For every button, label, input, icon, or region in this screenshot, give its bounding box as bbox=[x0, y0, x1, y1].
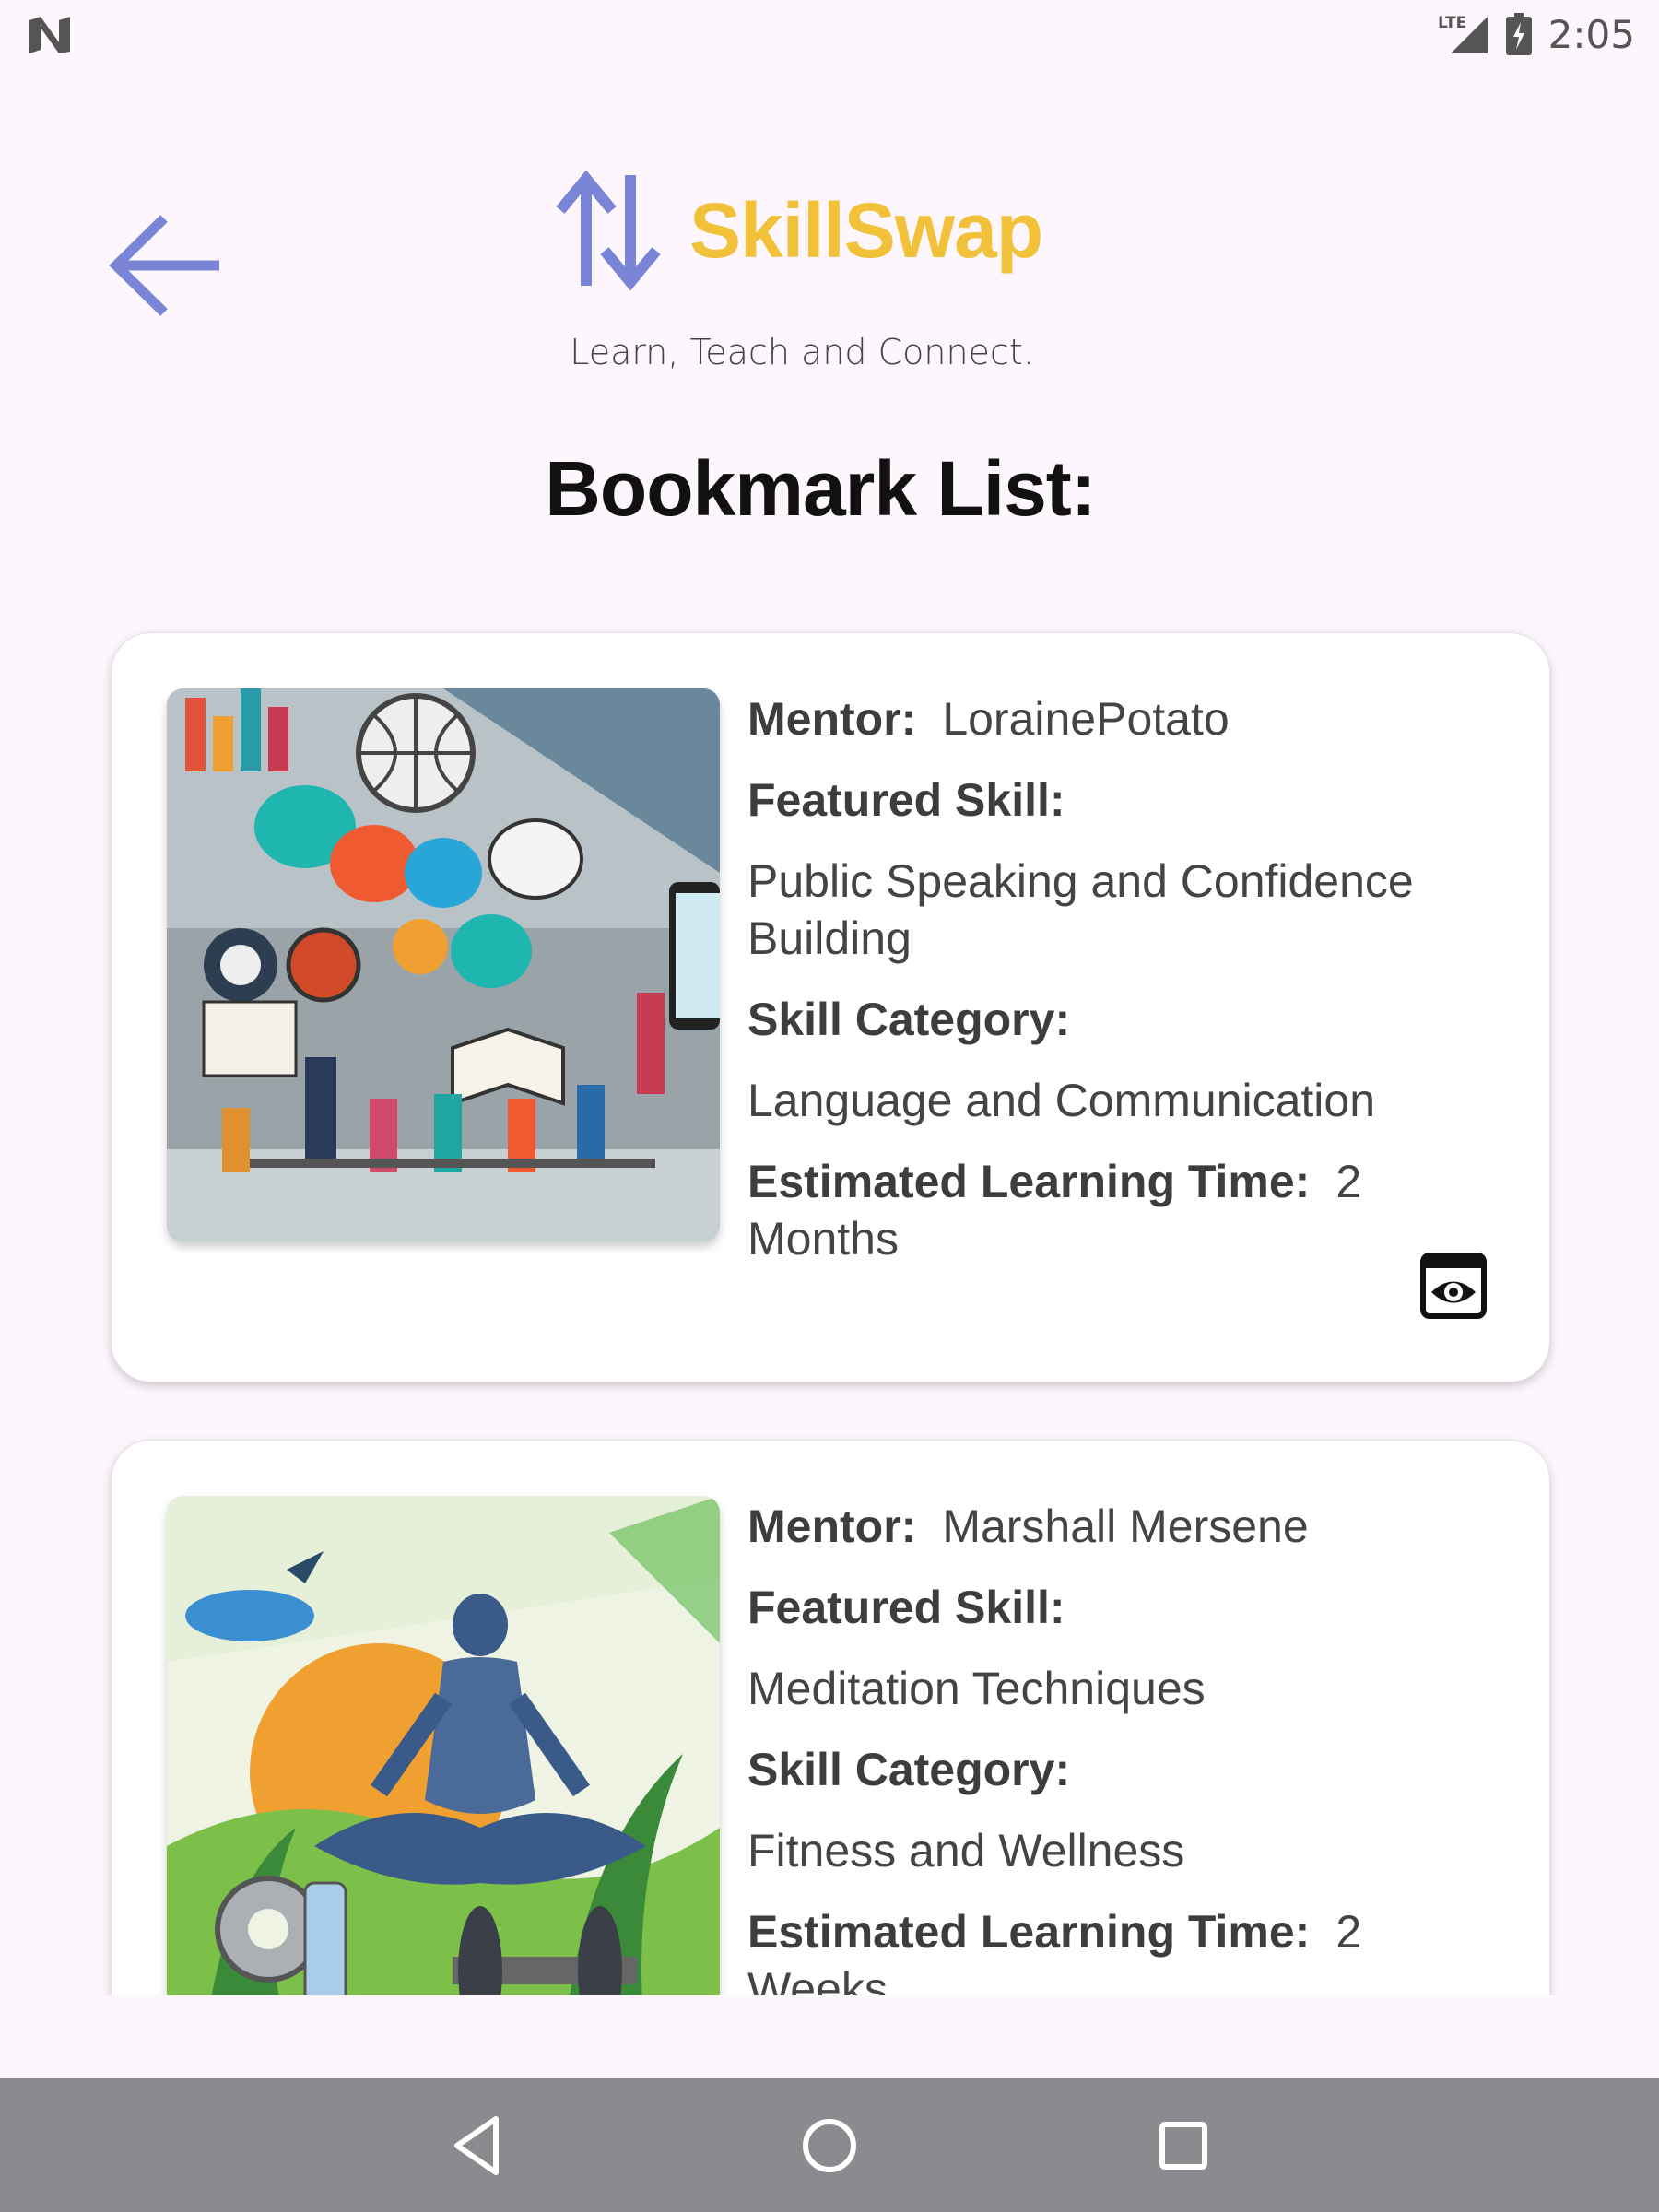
learning-time-row: Estimated Learning Time: 2 Weeks bbox=[747, 1903, 1503, 1995]
skill-category-value: Language and Communication bbox=[747, 1075, 1376, 1126]
learning-time-row: Estimated Learning Time: 2 Months bbox=[747, 1153, 1503, 1267]
page-title: Bookmark List: bbox=[545, 445, 1096, 532]
tagline: Learn, Teach and Connect. bbox=[570, 332, 1034, 372]
skill-category-label: Skill Category: bbox=[747, 994, 1071, 1045]
bookmark-list[interactable]: Mentor: LorainePotato Featured Skill: Pub… bbox=[0, 608, 1659, 1995]
view-eye-icon bbox=[1420, 1253, 1487, 1319]
mentor-value: LorainePotato bbox=[942, 693, 1230, 745]
system-nav-bar bbox=[0, 2078, 1659, 2212]
view-button[interactable] bbox=[1420, 1253, 1487, 1319]
bookmark-card[interactable]: Mentor: Marshall Mersene Featured Skill: … bbox=[111, 1440, 1550, 1995]
language-communication-illustration bbox=[167, 688, 720, 1241]
skill-category-value: Fitness and Wellness bbox=[747, 1825, 1185, 1877]
battery-charging-icon bbox=[1505, 13, 1532, 55]
mentor-value: Marshall Mersene bbox=[942, 1500, 1309, 1552]
learning-time-label: Estimated Learning Time: bbox=[747, 1156, 1311, 1207]
featured-skill-label: Featured Skill: bbox=[747, 1582, 1065, 1633]
n-logo-icon bbox=[29, 17, 70, 53]
bookmark-card[interactable]: Mentor: LorainePotato Featured Skill: Pub… bbox=[111, 632, 1550, 1382]
mentor-row: Mentor: Marshall Mersene bbox=[747, 1498, 1503, 1555]
fitness-meditation-illustration bbox=[167, 1496, 720, 1995]
featured-skill-label: Featured Skill: bbox=[747, 774, 1065, 826]
status-time: 2:05 bbox=[1547, 11, 1635, 57]
featured-skill-value: Public Speaking and Confidence Building bbox=[747, 855, 1414, 964]
mentor-row: Mentor: LorainePotato bbox=[747, 690, 1503, 747]
mentor-label: Mentor: bbox=[747, 1500, 917, 1552]
bookmark-details: Mentor: Marshall Mersene Featured Skill: … bbox=[747, 1498, 1503, 1995]
lte-signal-icon: LTE bbox=[1438, 14, 1488, 53]
arrow-left-icon bbox=[109, 215, 219, 316]
nav-recents-icon[interactable] bbox=[1149, 2112, 1218, 2180]
skill-category-label: Skill Category: bbox=[747, 1744, 1071, 1795]
app-brand: SkillSwap bbox=[553, 166, 1043, 295]
back-button[interactable] bbox=[109, 207, 225, 324]
mentor-label: Mentor: bbox=[747, 693, 917, 745]
bookmark-details: Mentor: LorainePotato Featured Skill: Pub… bbox=[747, 690, 1503, 1291]
featured-skill-value: Meditation Techniques bbox=[747, 1663, 1206, 1714]
nav-home-icon[interactable] bbox=[795, 2112, 864, 2180]
svg-text:LTE: LTE bbox=[1438, 14, 1466, 32]
nav-back-icon[interactable] bbox=[442, 2112, 511, 2180]
app-name: SkillSwap bbox=[689, 186, 1043, 274]
status-bar: LTE 2:05 bbox=[0, 0, 1659, 68]
swap-arrows-icon bbox=[556, 170, 661, 291]
learning-time-label: Estimated Learning Time: bbox=[747, 1906, 1311, 1958]
